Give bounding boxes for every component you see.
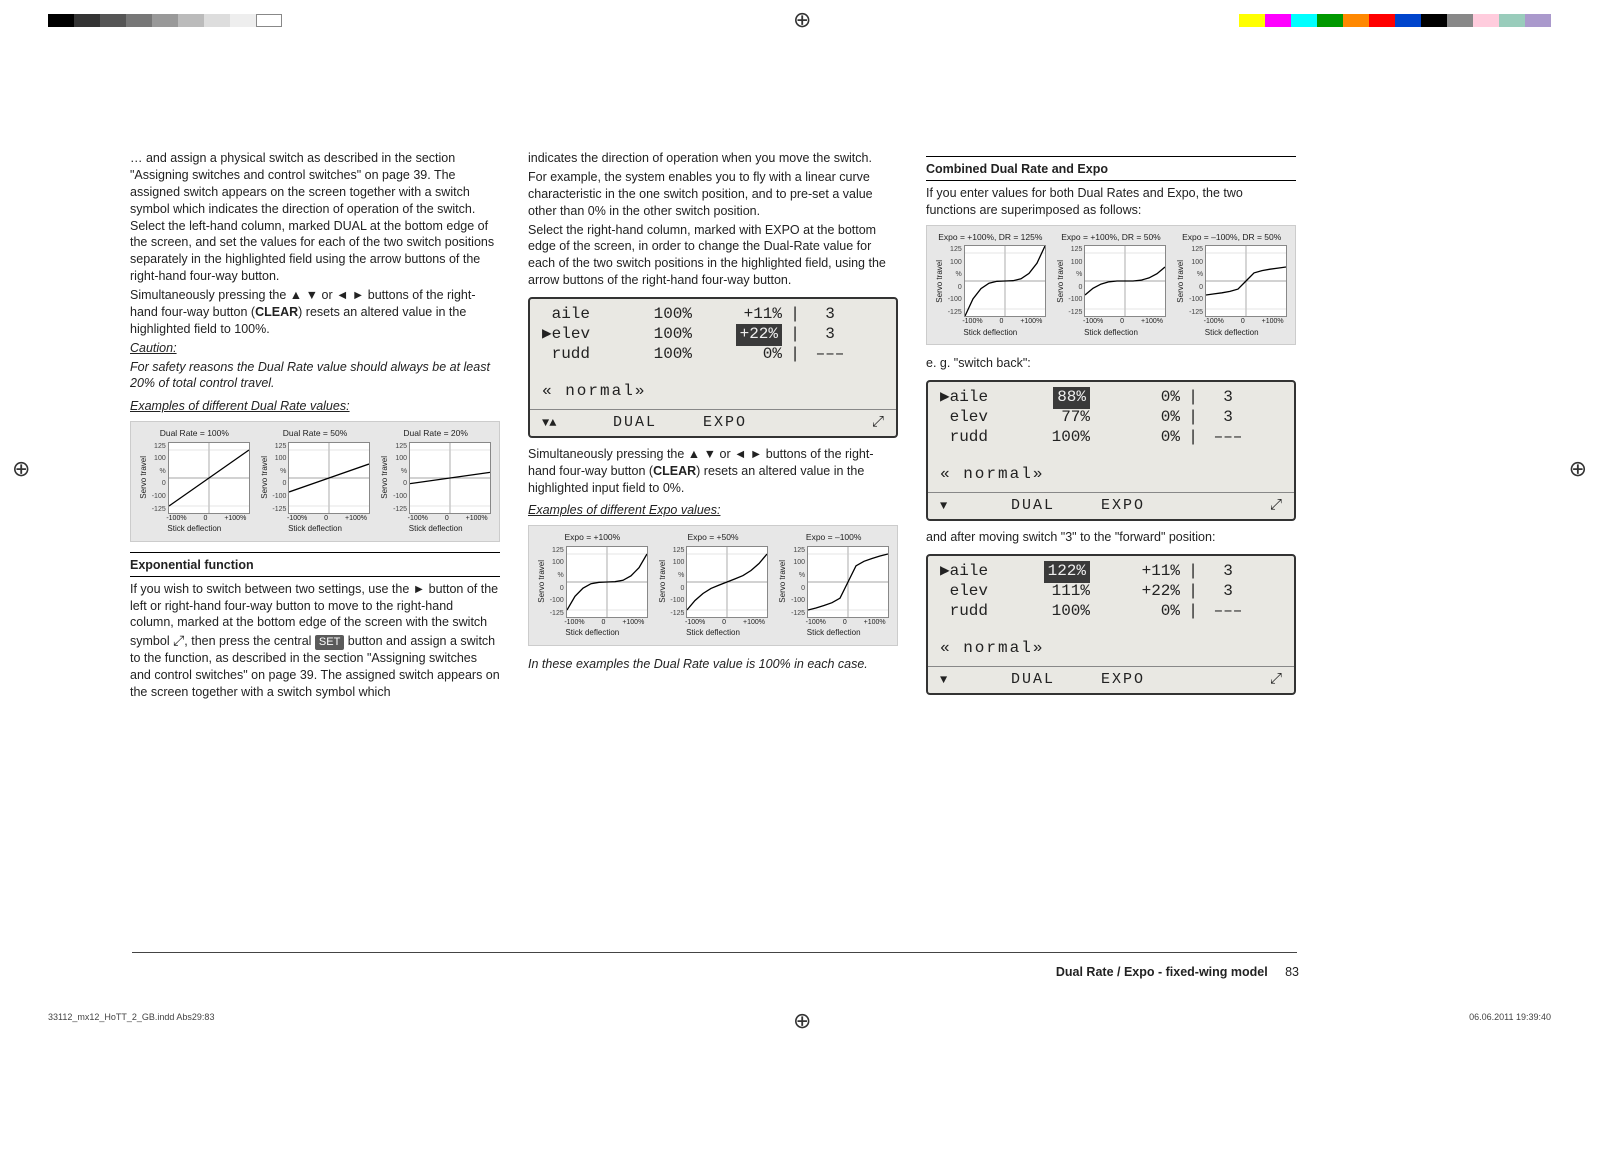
- body-text: If you wish to switch between two settin…: [130, 581, 500, 701]
- chart-strip-expo: Expo = +100%Servo travel125100%0-100-125…: [528, 525, 898, 646]
- body-text: indicates the direction of operation whe…: [528, 150, 898, 167]
- body-text: Select the right-hand column, marked wit…: [528, 222, 898, 290]
- registration-mark-icon: ⊕: [1569, 456, 1587, 482]
- body-text: For example, the system enables you to f…: [528, 169, 898, 220]
- example-heading: Examples of different Expo values:: [528, 502, 898, 519]
- registration-mark-icon: ⊕: [12, 456, 30, 482]
- column-3: Combined Dual Rate and Expo If you enter…: [926, 150, 1296, 703]
- body-text: … and assign a physical switch as descri…: [130, 150, 500, 285]
- section-heading: Exponential function: [130, 557, 500, 574]
- body-text: e. g. "switch back":: [926, 355, 1296, 372]
- body-text: and after moving switch "3" to the "forw…: [926, 529, 1296, 546]
- chart-caption: In these examples the Dual Rate value is…: [528, 656, 898, 673]
- chart-strip-dual-rate: Dual Rate = 100%Servo travel125100%0-100…: [130, 421, 500, 542]
- color-bar-grey: [48, 14, 282, 27]
- body-text: If you enter values for both Dual Rates …: [926, 185, 1296, 219]
- column-1: … and assign a physical switch as descri…: [130, 150, 500, 703]
- set-button-label: SET: [315, 635, 344, 650]
- body-text: Simultaneously pressing the ▲ ▼ or ◄ ► b…: [528, 446, 898, 497]
- page-footer: Dual Rate / Expo - fixed-wing model 83: [1056, 965, 1299, 979]
- column-2: indicates the direction of operation whe…: [528, 150, 898, 703]
- sheet-footer-left: 33112_mx12_HoTT_2_GB.indd Abs29:83: [48, 1012, 214, 1022]
- example-heading: Examples of different Dual Rate values:: [130, 398, 500, 415]
- section-heading: Combined Dual Rate and Expo: [926, 161, 1296, 178]
- body-text: Simultaneously pressing the ▲ ▼ or ◄ ► b…: [130, 287, 500, 338]
- registration-mark-icon: ⊕: [793, 1008, 811, 1034]
- lcd-screen-1: aile100%+11%|3▶elev100%+22%|3 rudd100%0%…: [528, 297, 898, 438]
- chart-strip-combined: Expo = +100%, DR = 125%Servo travel12510…: [926, 225, 1296, 346]
- lcd-screen-3: ▶aile122%+11%|3 elev111%+22%|3 rudd100%0…: [926, 554, 1296, 695]
- lcd-screen-2: ▶aile88%0%|3 elev77%0%|3 rudd100%0%|–––«…: [926, 380, 1296, 521]
- sheet-footer-right: 06.06.2011 19:39:40: [1469, 1012, 1551, 1022]
- registration-mark-icon: ⊕: [793, 7, 811, 33]
- color-bar-cmyk: [1239, 14, 1551, 27]
- caution-body: For safety reasons the Dual Rate value s…: [130, 359, 500, 393]
- caution-heading: Caution:: [130, 340, 500, 357]
